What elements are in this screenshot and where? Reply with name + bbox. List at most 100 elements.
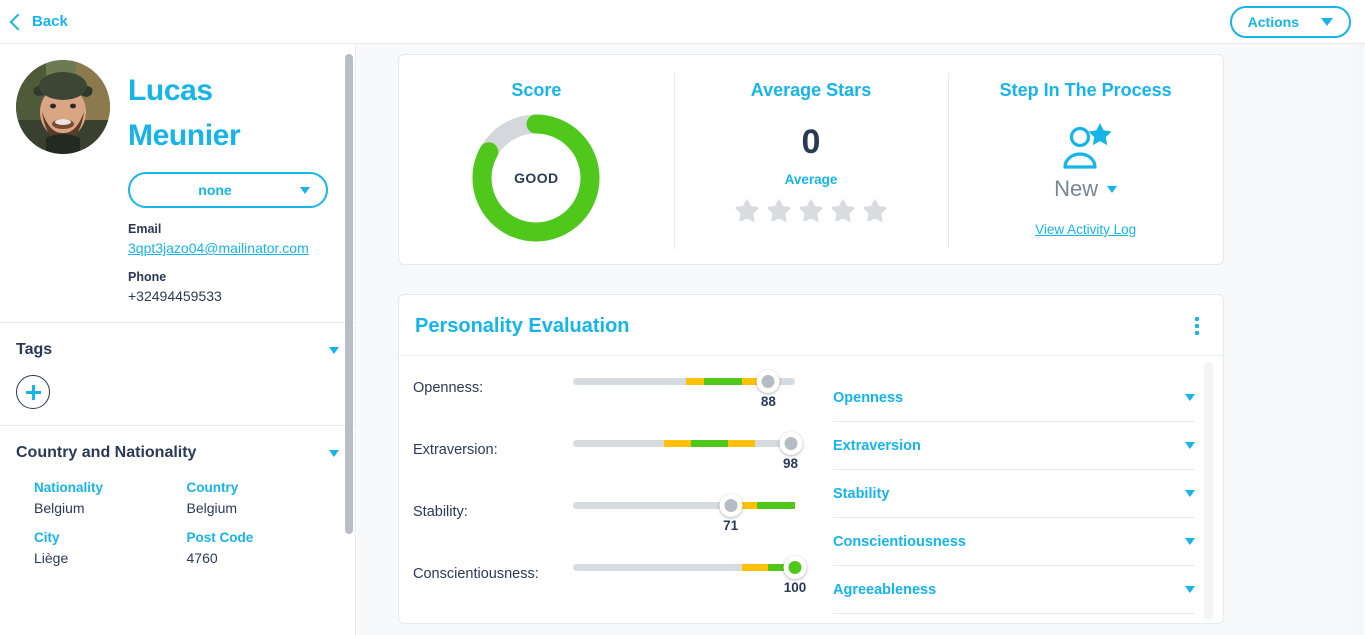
field-label: Country xyxy=(186,480,239,495)
phone-label: Phone xyxy=(128,270,167,284)
slider-track[interactable] xyxy=(573,494,795,517)
average-stars-value: 0 xyxy=(801,123,821,161)
slider-thumb[interactable] xyxy=(783,556,807,579)
step-status-dropdown[interactable]: New xyxy=(1054,176,1118,202)
dot xyxy=(1195,317,1199,321)
slider-thumb-dot xyxy=(788,561,802,574)
email-field: Email 3qpt3jazo04@mailinator.com xyxy=(128,222,339,256)
trait-label: Stability: xyxy=(413,504,468,520)
field-label: City xyxy=(34,530,60,545)
slider-thumb[interactable] xyxy=(719,494,743,517)
profile-section: Lucas Meunier none Email 3qpt3jazo04@mai… xyxy=(0,44,355,323)
slider-value: 88 xyxy=(760,394,776,409)
step-status-value: New xyxy=(1054,176,1099,201)
chevron-down-icon xyxy=(1185,490,1195,497)
trait-label: Conscientiousness: xyxy=(413,566,539,582)
star-icon[interactable] xyxy=(831,199,855,223)
chevron-down-icon xyxy=(1185,586,1195,593)
slider-thumb[interactable] xyxy=(779,432,803,455)
accordion-row-conscientiousness[interactable]: Conscientiousness xyxy=(833,518,1195,566)
personality-header: Personality Evaluation xyxy=(399,295,1223,356)
trait-slider[interactable]: 100 xyxy=(573,556,807,595)
accordion-label: Extraversion xyxy=(833,437,921,454)
top-bar: Back Actions xyxy=(0,0,1365,44)
tags-section-header[interactable]: Tags xyxy=(16,341,339,359)
country-section-title: Country and Nationality xyxy=(16,444,197,461)
profile-details: Lucas Meunier none Email 3qpt3jazo04@mai… xyxy=(128,60,339,322)
plus-icon xyxy=(25,384,41,400)
accordion-row-extraversion[interactable]: Extraversion xyxy=(833,422,1195,470)
main-scrollbar[interactable] xyxy=(1353,44,1362,635)
first-name: Lucas xyxy=(128,74,213,107)
field-nationality: Nationality Belgium xyxy=(34,480,187,516)
actions-button[interactable]: Actions xyxy=(1229,5,1351,38)
slider-value: 100 xyxy=(783,580,807,595)
sidebar-scrollbar[interactable] xyxy=(345,54,353,534)
field-value: Belgium xyxy=(186,500,238,516)
slider-zone xyxy=(757,502,795,509)
average-stars-title: Average Stars xyxy=(750,80,872,100)
star-icon[interactable] xyxy=(863,199,887,223)
slider-zone xyxy=(741,378,758,385)
country-fields-grid: Nationality Belgium Country Belgium City… xyxy=(16,480,339,566)
view-activity-log-link[interactable]: View Activity Log xyxy=(1035,222,1136,237)
accordion-row-openness[interactable]: Openness xyxy=(833,374,1195,422)
slider-thumb-dot xyxy=(784,437,798,450)
slider-thumb[interactable] xyxy=(756,370,780,393)
country-nationality-section: Country and Nationality Nationality Belg… xyxy=(0,426,355,582)
main-content: Score GOOD Average Stars 0 Average Step … xyxy=(357,44,1365,635)
accordion-row-stability[interactable]: Stability xyxy=(833,470,1195,518)
star-icon[interactable] xyxy=(735,199,759,223)
status-select[interactable]: none xyxy=(128,172,328,208)
slider-thumb-dot xyxy=(761,375,775,388)
trait-slider-row: Extraversion: 98 xyxy=(413,432,819,498)
email-label: Email xyxy=(128,222,162,236)
app-root: Back Actions Lucas Meunier none Email 3q… xyxy=(0,0,1365,635)
trait-slider[interactable]: 88 xyxy=(573,370,795,409)
accordion-label: Conscientiousness xyxy=(833,533,966,550)
user-star-icon xyxy=(1061,123,1112,174)
phone-field: Phone +32494459533 xyxy=(128,270,339,304)
trait-slider[interactable]: 71 xyxy=(573,494,795,533)
slider-value: 98 xyxy=(783,456,799,471)
back-label: Back xyxy=(32,13,68,30)
actions-label: Actions xyxy=(1247,13,1299,30)
slider-track[interactable] xyxy=(573,370,795,393)
tags-title: Tags xyxy=(16,341,53,358)
slider-zone xyxy=(664,440,691,447)
star-rating[interactable] xyxy=(735,199,887,223)
personality-evaluation-card: Personality Evaluation Openness: 88 Extrav… xyxy=(398,294,1224,624)
tags-section: Tags xyxy=(0,323,355,426)
country-section-header[interactable]: Country and Nationality xyxy=(16,444,339,462)
field-value: 4760 xyxy=(186,550,218,566)
average-stars-panel: Average Stars 0 Average xyxy=(673,55,949,264)
star-icon[interactable] xyxy=(799,199,823,223)
slider-value: 71 xyxy=(723,518,739,533)
chevron-down-icon xyxy=(1185,538,1195,545)
slider-zone xyxy=(686,378,704,385)
accordion-label: Stability xyxy=(833,485,890,502)
chevron-down-icon xyxy=(329,346,339,354)
trait-slider-row: Openness: 88 xyxy=(413,370,819,436)
score-donut-chart: GOOD xyxy=(469,111,603,245)
chevron-down-icon xyxy=(1185,442,1195,449)
more-options-icon[interactable] xyxy=(1191,313,1203,339)
add-tag-button[interactable] xyxy=(16,375,50,409)
slider-track[interactable] xyxy=(573,556,807,579)
phone-value: +32494459533 xyxy=(128,288,222,304)
email-link[interactable]: 3qpt3jazo04@mailinator.com xyxy=(128,240,339,256)
slider-thumb-dot xyxy=(724,499,738,512)
accordion-row-agreeableness[interactable]: Agreeableness xyxy=(833,566,1195,614)
trait-slider-row: Stability: 71 xyxy=(413,494,819,560)
slider-track[interactable] xyxy=(573,432,803,455)
chevron-down-icon xyxy=(300,186,310,194)
sidebar: Lucas Meunier none Email 3qpt3jazo04@mai… xyxy=(0,44,356,635)
profile-header: Lucas Meunier none Email 3qpt3jazo04@mai… xyxy=(0,60,355,322)
trait-slider[interactable]: 98 xyxy=(573,432,803,471)
slider-zone xyxy=(728,440,756,447)
accordion-scrollbar[interactable] xyxy=(1204,362,1213,620)
avatar xyxy=(16,60,110,154)
back-button[interactable]: Back xyxy=(9,13,68,30)
trait-label: Extraversion: xyxy=(413,442,498,458)
star-icon[interactable] xyxy=(767,199,791,223)
